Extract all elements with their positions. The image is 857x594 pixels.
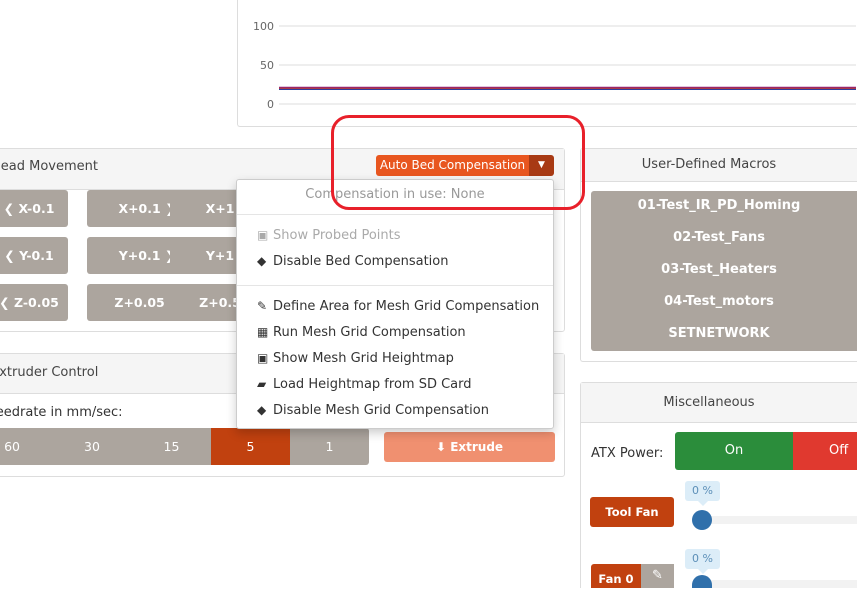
macro-button[interactable]: 02-Test_Fans bbox=[591, 230, 857, 245]
temperature-chart: 100 50 0 bbox=[253, 20, 856, 111]
menu-item-load-heightmap[interactable]: ▰ Load Heightmap from SD Card bbox=[257, 377, 472, 392]
fan0-slider-handle[interactable] bbox=[692, 575, 712, 588]
menu-item-disable-mesh[interactable]: ◆ Disable Mesh Grid Compensation bbox=[257, 403, 489, 418]
tool-fan-button[interactable]: Tool Fan bbox=[590, 497, 674, 527]
chevron-left-icon: ❮ bbox=[4, 248, 15, 263]
atx-off-button[interactable]: Off bbox=[793, 432, 857, 470]
feedrate-button[interactable]: 1 bbox=[290, 428, 369, 465]
temperature-chart-panel: 100 50 0 bbox=[237, 0, 857, 127]
macro-button[interactable]: SETNETWORK bbox=[591, 326, 857, 341]
macro-button[interactable]: 01-Test_IR_PD_Homing bbox=[591, 198, 857, 213]
fan0-pin-button[interactable]: ✎ bbox=[641, 564, 674, 588]
y-tick-label: 100 bbox=[253, 20, 274, 33]
macros-title: User-Defined Macros bbox=[581, 149, 857, 182]
pin-icon: ✎ bbox=[652, 568, 663, 583]
feedrate-button[interactable]: 15 bbox=[132, 428, 211, 465]
square-icon: ▣ bbox=[257, 351, 269, 365]
jog-button[interactable]: ❮ X-0.1 bbox=[0, 190, 68, 227]
arrow-down-icon: ⬇ bbox=[435, 440, 446, 454]
auto-bed-menu: Compensation in use: None ▣ Show Probed P… bbox=[236, 179, 554, 429]
fan0-value: 0 % bbox=[685, 549, 720, 574]
atx-on-button[interactable]: On bbox=[675, 432, 793, 470]
menu-item-run-mesh[interactable]: ▦ Run Mesh Grid Compensation bbox=[257, 325, 466, 340]
edit-icon: ✎ bbox=[257, 299, 268, 313]
tool-fan-slider[interactable] bbox=[700, 516, 857, 524]
extrude-button[interactable]: ⬇ Extrude bbox=[384, 432, 555, 462]
atx-power-label: ATX Power: bbox=[591, 446, 664, 461]
tool-fan-slider-handle[interactable] bbox=[692, 510, 712, 530]
menu-item-disable-bed-compensation[interactable]: ◆ Disable Bed Compensation bbox=[257, 254, 448, 269]
menu-item-show-heightmap[interactable]: ▣ Show Mesh Grid Heightmap bbox=[257, 351, 454, 366]
chevron-left-icon: ❮ bbox=[0, 295, 10, 310]
highlight-annotation bbox=[331, 115, 585, 210]
chevron-left-icon: ❮ bbox=[3, 201, 15, 216]
y-tick-label: 0 bbox=[267, 98, 274, 111]
macro-button[interactable]: 04-Test_motors bbox=[591, 294, 857, 309]
menu-item-show-probed-points[interactable]: ▣ Show Probed Points bbox=[257, 228, 401, 243]
square-icon: ▣ bbox=[257, 228, 269, 242]
feedrate-button[interactable]: 30 bbox=[52, 428, 132, 465]
eraser-icon: ◆ bbox=[257, 403, 267, 417]
menu-item-define-area[interactable]: ✎ Define Area for Mesh Grid Compensation bbox=[257, 299, 539, 314]
macro-button[interactable]: 03-Test_Heaters bbox=[591, 262, 857, 277]
grid-icon: ▦ bbox=[257, 325, 269, 339]
folder-open-icon: ▰ bbox=[257, 377, 267, 391]
tool-fan-value: 0 % bbox=[685, 481, 720, 506]
macros-panel: User-Defined Macros 01-Test_IR_PD_Homing… bbox=[580, 148, 857, 362]
head-movement-title: Head Movement bbox=[0, 159, 98, 174]
fan0-slider[interactable] bbox=[700, 580, 857, 588]
jog-button[interactable]: ❮ Y-0.1 bbox=[0, 237, 68, 274]
feedrate-label: Feedrate in mm/sec: bbox=[0, 405, 123, 420]
eraser-icon: ◆ bbox=[257, 254, 267, 268]
feedrate-button[interactable]: 5 bbox=[211, 428, 290, 465]
jog-button[interactable]: ❮ Z-0.05 bbox=[0, 284, 68, 321]
misc-title: Miscellaneous bbox=[581, 383, 857, 423]
fan0-button[interactable]: Fan 0 bbox=[591, 564, 641, 588]
feedrate-button[interactable]: 60 bbox=[0, 428, 52, 465]
y-tick-label: 50 bbox=[260, 59, 274, 72]
extruder-title: Extruder Control bbox=[0, 365, 99, 380]
